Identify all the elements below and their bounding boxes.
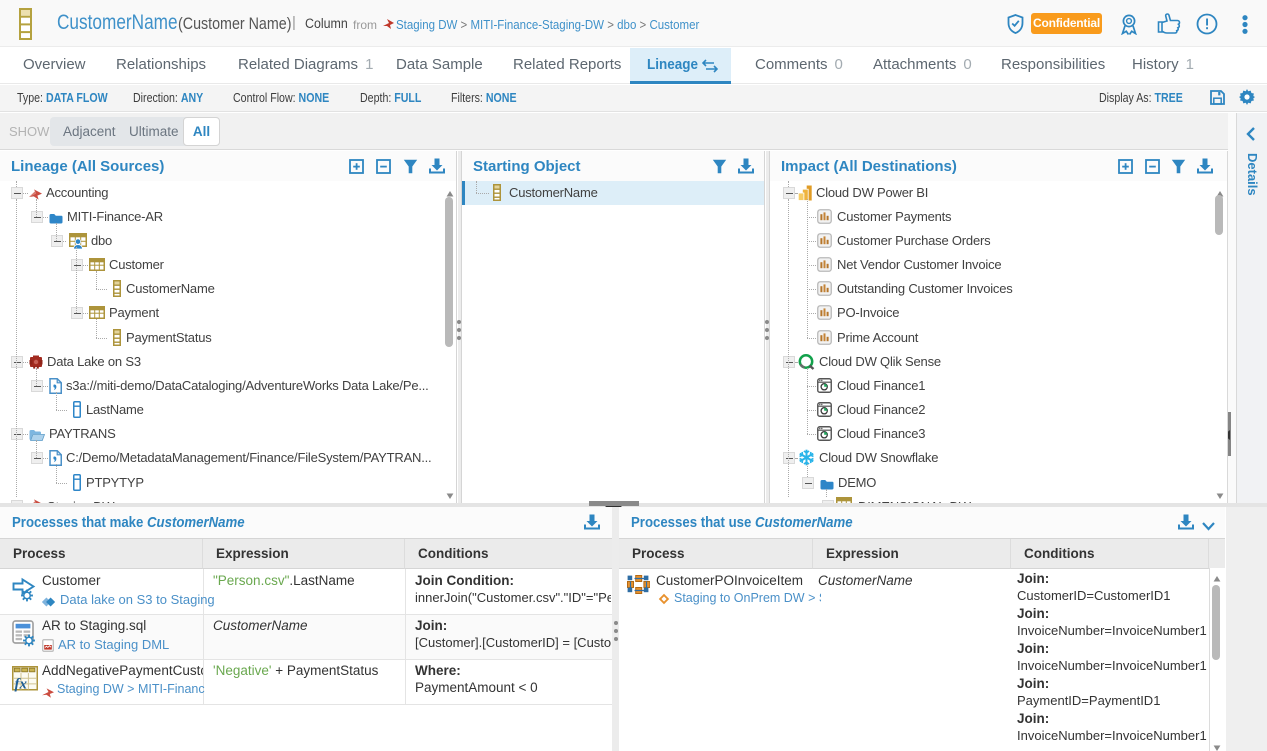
- svg-text:fx: fx: [15, 677, 28, 693]
